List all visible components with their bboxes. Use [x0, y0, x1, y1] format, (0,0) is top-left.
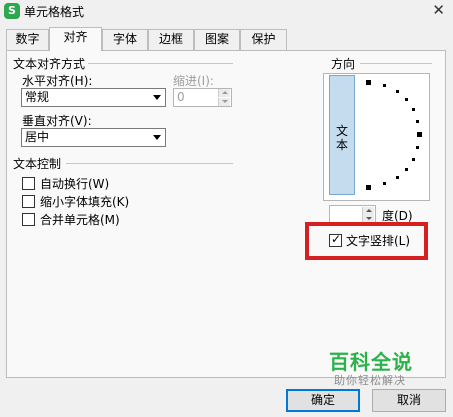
- orientation-section-title: 方向: [331, 57, 356, 71]
- window-title: 单元格格式: [24, 5, 85, 19]
- tab-pattern[interactable]: 图案: [194, 29, 240, 50]
- title-bar: S 单元格格式 ✕: [0, 0, 453, 22]
- shrink-to-fit-checkbox[interactable]: [22, 195, 35, 208]
- wrap-text-checkbox[interactable]: [22, 177, 35, 190]
- wrap-text-label: 自动换行(W): [40, 177, 110, 191]
- ok-button[interactable]: 确定: [286, 389, 360, 412]
- spin-up-icon[interactable]: [218, 89, 230, 97]
- section-divider: [66, 163, 233, 164]
- tab-border[interactable]: 边框: [148, 29, 194, 50]
- dial-dot: [366, 80, 371, 85]
- spin-down-icon[interactable]: [218, 98, 230, 106]
- section-divider: [88, 63, 233, 64]
- spin-up-icon[interactable]: [362, 207, 374, 215]
- vertical-align-label: 垂直对齐(V):: [22, 114, 92, 128]
- horizontal-align-label: 水平对齐(H):: [22, 74, 93, 88]
- dial-dot: [417, 132, 422, 137]
- dial-dot: [405, 168, 408, 171]
- dial-dot: [383, 84, 386, 87]
- tab-font[interactable]: 字体: [102, 29, 148, 50]
- tab-number[interactable]: 数字: [6, 29, 49, 50]
- wps-app-icon: S: [4, 3, 20, 19]
- tab-alignment[interactable]: 对齐: [49, 27, 102, 51]
- shrink-to-fit-label: 缩小字体填充(K): [40, 195, 130, 209]
- chevron-down-icon: [153, 95, 161, 100]
- dial-dot: [396, 176, 399, 179]
- chevron-down-icon: [153, 135, 161, 140]
- vertical-text-button[interactable]: 文本: [329, 75, 355, 195]
- tab-protection[interactable]: 保护: [240, 29, 287, 50]
- dial-dot: [383, 182, 386, 185]
- text-control-section-title: 文本控制: [13, 157, 62, 171]
- horizontal-align-select[interactable]: 常规: [21, 88, 166, 107]
- vertical-text-button-label: 文本: [336, 124, 349, 152]
- indent-stepper[interactable]: 0: [173, 88, 232, 107]
- merge-cells-label: 合并单元格(M): [40, 213, 120, 227]
- cancel-button[interactable]: 取消: [372, 389, 446, 412]
- vertical-align-value: 居中: [25, 130, 50, 144]
- merge-cells-checkbox[interactable]: [22, 213, 35, 226]
- horizontal-align-value: 常规: [25, 90, 50, 104]
- indent-value: 0: [177, 90, 185, 104]
- dial-dot: [405, 98, 408, 101]
- highlight-annotation: [305, 222, 428, 260]
- section-divider: [360, 63, 432, 64]
- close-icon[interactable]: ✕: [432, 1, 445, 19]
- text-alignment-section-title: 文本对齐方式: [13, 57, 86, 71]
- dial-dot: [416, 120, 419, 123]
- vertical-align-select[interactable]: 居中: [21, 128, 166, 147]
- dial-dot: [396, 90, 399, 93]
- dial-dot: [412, 108, 415, 111]
- dial-dot: [416, 146, 419, 149]
- dial-dot: [366, 185, 371, 190]
- indent-label: 缩进(I):: [173, 74, 214, 88]
- dial-dot: [412, 158, 415, 161]
- watermark-slogan: 助你轻松解决: [334, 374, 406, 387]
- watermark-logo: 百科全说: [329, 350, 413, 374]
